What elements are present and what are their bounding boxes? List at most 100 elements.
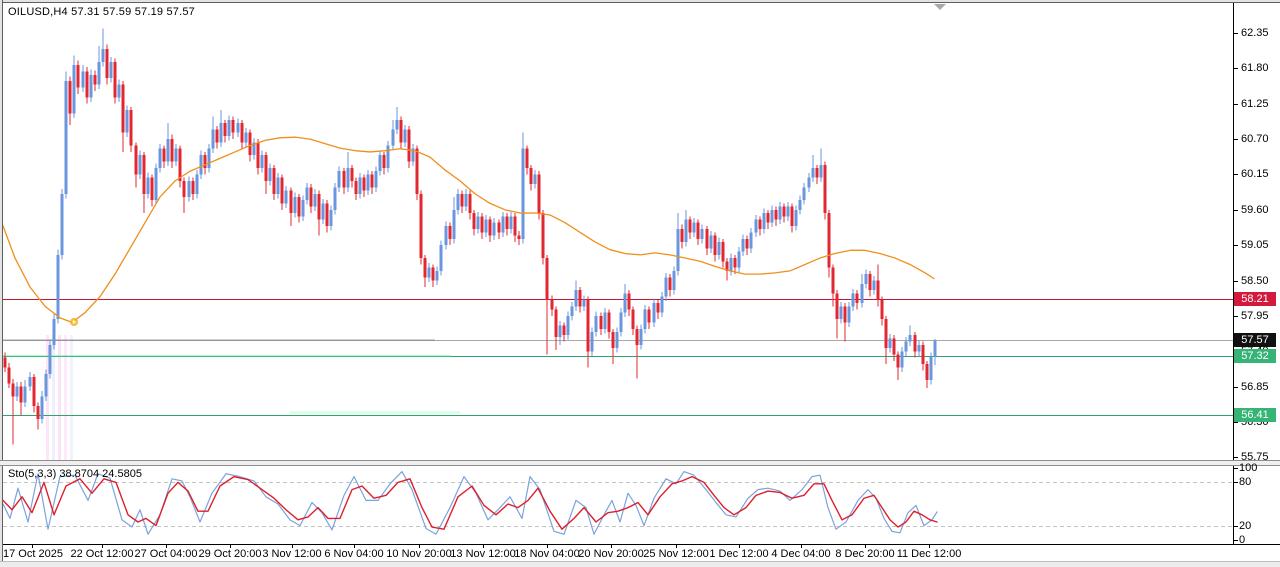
candle-body (808, 178, 811, 188)
candle-body (404, 129, 407, 142)
candle-body (383, 155, 386, 168)
candle-body (697, 223, 700, 239)
candle-body (265, 155, 268, 181)
candle-body (746, 239, 749, 249)
candle-body (542, 213, 545, 258)
candle-body (734, 258, 737, 268)
candle-body (355, 181, 358, 194)
candle-body (424, 258, 427, 277)
chart-canvas[interactable] (0, 0, 1280, 567)
candle-body (237, 123, 240, 133)
candle-body (41, 396, 44, 419)
candle-body (106, 49, 109, 78)
candle-body (69, 81, 72, 113)
candle-body (563, 326, 566, 336)
candle-body (330, 210, 333, 226)
chart-shift-marker-icon (934, 4, 946, 10)
candle-body (869, 274, 872, 290)
candle-body (669, 277, 672, 290)
candle-body (648, 309, 651, 322)
candle-body (110, 62, 113, 78)
candle-body (94, 75, 97, 85)
candle-body (232, 120, 235, 133)
candle-body (824, 165, 827, 213)
candle-body (12, 383, 15, 396)
window-bottom-strip (0, 561, 1280, 567)
candle-body (689, 219, 692, 232)
candle-body (147, 178, 150, 194)
candle-body (873, 281, 876, 291)
candle-body (567, 316, 570, 335)
candle-body (428, 268, 431, 278)
candle-body (322, 203, 325, 219)
candle-body (612, 332, 615, 348)
candle-body (457, 194, 460, 210)
candle-body (298, 197, 301, 216)
candle-body (326, 203, 329, 226)
candle-body (375, 171, 378, 187)
candle-body (49, 345, 52, 374)
candle-body (763, 213, 766, 229)
candle-body (738, 252, 741, 268)
date-label: 27 Oct 04:00 (135, 548, 198, 560)
candle-body (261, 155, 264, 168)
candle-body (294, 197, 297, 213)
candle-body (718, 242, 721, 255)
candle-body (290, 191, 293, 214)
candle-body (816, 168, 819, 178)
pane-separator[interactable] (0, 460, 1280, 466)
candle-body (909, 335, 912, 341)
stochastic-label: Sto(5,3,3) 38.8704 24.5805 (8, 468, 142, 480)
candle-body (216, 129, 219, 142)
price-tick-label: 62.35 (1241, 27, 1269, 39)
candle-body (632, 309, 635, 328)
date-label: 25 Nov 12:00 (643, 548, 708, 560)
candle-body (926, 364, 929, 380)
candle-body (179, 149, 182, 181)
candle-body (706, 229, 709, 248)
date-label: 17 Oct 2025 (3, 548, 63, 560)
candle-body (57, 255, 60, 319)
candles-layer[interactable] (4, 28, 937, 444)
candle-body (812, 168, 815, 178)
candle-body (661, 297, 664, 313)
candle-body (16, 387, 19, 397)
candle-body (579, 290, 582, 306)
candle-body (200, 155, 203, 174)
candle-body (624, 293, 627, 312)
candle-body (799, 200, 802, 210)
candle-body (86, 72, 89, 98)
candle-body (767, 213, 770, 223)
candle-body (628, 293, 631, 309)
candle-body (208, 149, 211, 168)
candle-body (371, 174, 374, 187)
candle-body (922, 345, 925, 364)
candle-body (600, 316, 603, 329)
candle-body (840, 306, 843, 319)
sto-main-line (3, 472, 937, 535)
candle-body (73, 65, 76, 113)
candle-body (722, 242, 725, 261)
candle-body (65, 81, 68, 194)
candle-body (465, 194, 468, 207)
candle-body (61, 194, 64, 255)
candle-body (4, 358, 7, 368)
candle-body (135, 146, 138, 175)
candle-body (37, 406, 40, 419)
candle-body (710, 236, 713, 249)
candle-body (183, 181, 186, 197)
candle-body (310, 187, 313, 206)
candle-body (281, 178, 284, 204)
candle-body (473, 213, 476, 229)
candle-body (436, 271, 439, 281)
candle-body (122, 84, 125, 132)
candle-body (245, 133, 248, 143)
candle-body (856, 293, 859, 303)
candle-body (139, 155, 142, 174)
candle-body (416, 149, 419, 194)
price-badge: 57.32 (1234, 349, 1276, 363)
candle-body (440, 245, 443, 271)
candle-body (126, 110, 129, 133)
candle-body (587, 300, 590, 351)
candle-body (787, 207, 790, 217)
